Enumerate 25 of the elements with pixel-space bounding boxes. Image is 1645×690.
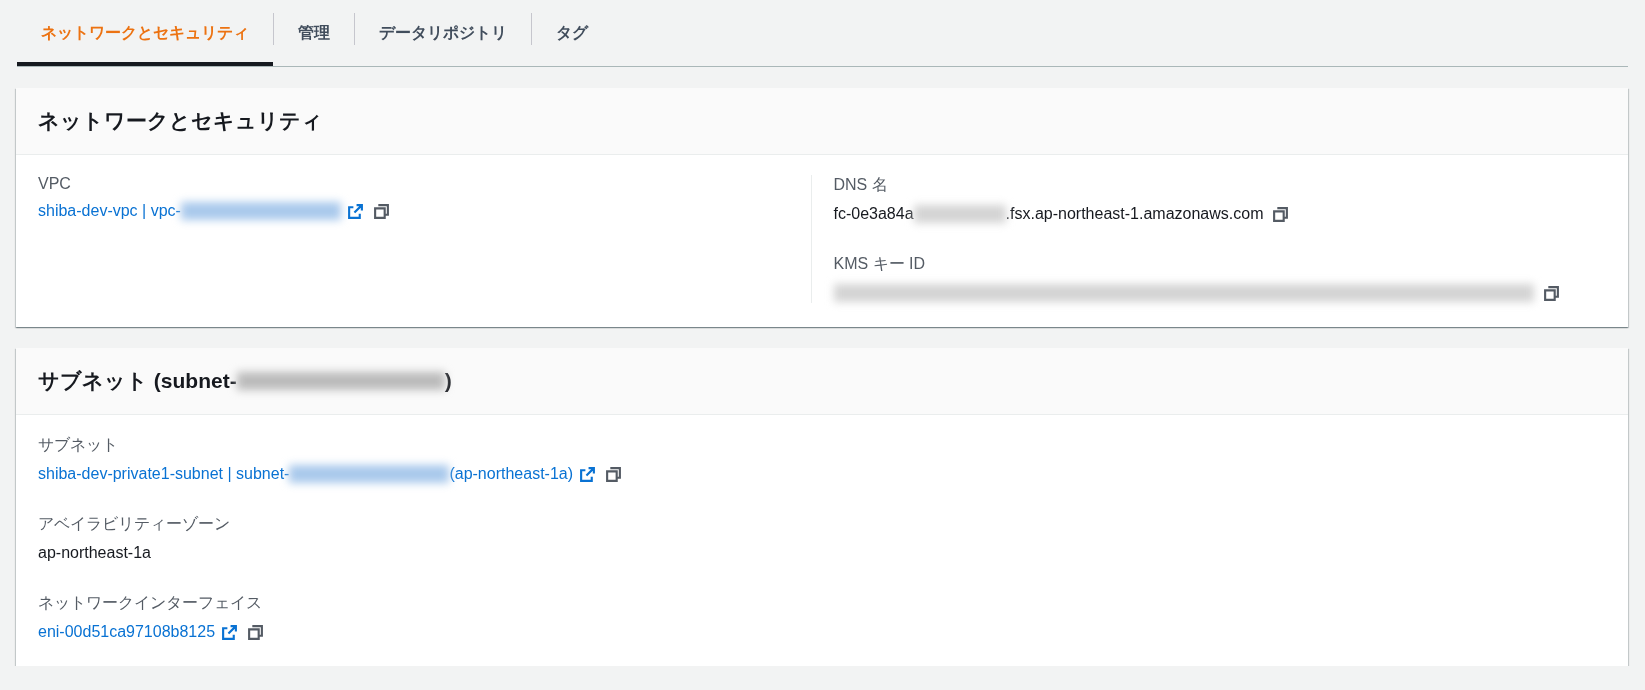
field-value: fc-0e3a84a .fsx.ap-northeast-1.amazonaws.com xyxy=(833,205,1264,223)
resource-link[interactable]: shiba-dev-private1-subnet | subnet- (ap-northeast-1a) xyxy=(38,465,574,483)
field-label: サブネット xyxy=(38,435,119,455)
tab[interactable]: データリポジトリ xyxy=(355,0,531,66)
external-link-icon[interactable] xyxy=(221,623,239,641)
field-label: アベイラビリティーゾーン xyxy=(38,514,231,534)
external-link-icon[interactable] xyxy=(579,465,597,483)
field-label: ネットワークインターフェイス xyxy=(38,593,263,613)
copy-icon[interactable] xyxy=(247,623,265,641)
tab[interactable]: ネットワークとセキュリティ xyxy=(17,0,273,66)
field-label: KMS キー ID xyxy=(833,254,927,274)
resource-link[interactable]: eni-00d51ca97108b8125 xyxy=(38,623,216,641)
copy-icon[interactable] xyxy=(605,465,623,483)
tab[interactable]: 管理 xyxy=(274,0,354,66)
tab[interactable]: タグ xyxy=(532,0,612,66)
section-title: サブネット (subnet- ) xyxy=(38,368,452,394)
section-title: ネットワークとセキュリティ xyxy=(38,108,323,134)
field-value: ap-northeast-1a xyxy=(38,544,151,562)
field-label: DNS 名 xyxy=(833,175,889,195)
field-label: VPC xyxy=(38,175,72,193)
external-link-icon[interactable] xyxy=(346,202,364,220)
resource-link[interactable]: shiba-dev-vpc | vpc- xyxy=(38,202,341,220)
copy-icon[interactable] xyxy=(1542,284,1560,302)
copy-icon[interactable] xyxy=(1272,205,1290,223)
copy-icon[interactable] xyxy=(372,202,390,220)
